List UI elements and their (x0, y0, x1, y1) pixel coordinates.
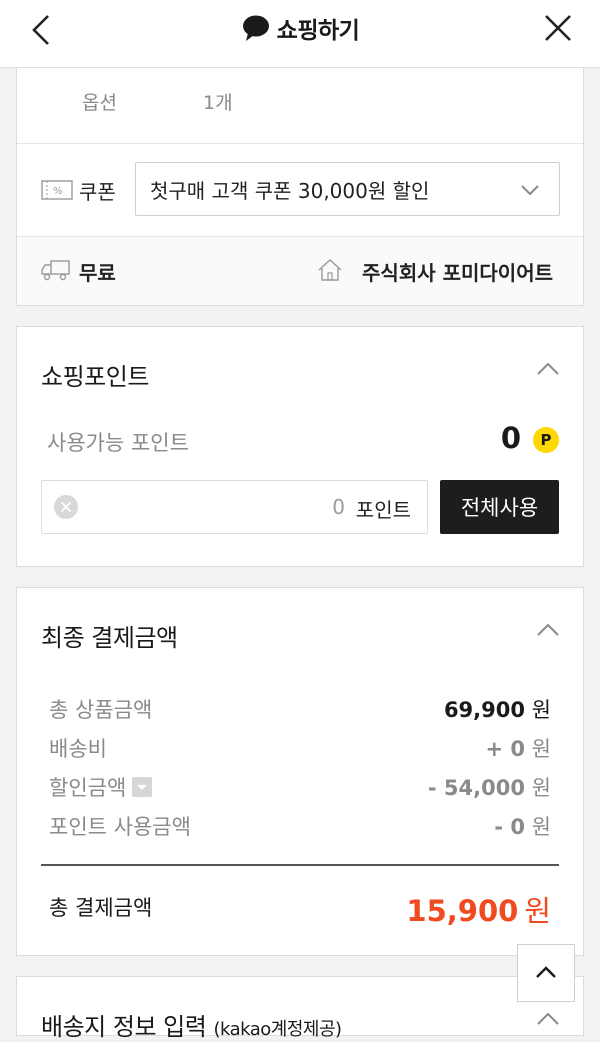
coupon-icon: % (41, 180, 73, 200)
payment-title: 최종 결제금액 (41, 624, 178, 652)
line-value-wrap: + 0 원 (485, 733, 551, 763)
delivery-title-sub: (kakao계정제공) (213, 1019, 342, 1040)
payment-line-subtotal: 총 상품금액 69,900 원 (49, 692, 551, 731)
points-input[interactable]: 0 포인트 (41, 480, 428, 534)
close-icon[interactable] (538, 10, 578, 50)
line-label: 배송비 (49, 737, 107, 761)
line-label: 포인트 사용금액 (49, 815, 191, 839)
title-wrap: 쇼핑하기 (0, 8, 600, 48)
delivery-title: 배송지 정보 입력 (41, 1013, 207, 1041)
chat-bubble-icon (242, 15, 269, 41)
final-amount-unit: 원 (524, 894, 551, 928)
divider (41, 864, 559, 866)
payment-card: 최종 결제금액 총 상품금액 69,900 원 배송비 + 0 원 할인금액 -… (16, 587, 584, 956)
coupon-select[interactable]: 첫구매 고객 쿠폰 30,000원 할인 (135, 162, 560, 216)
chevron-down-icon (521, 185, 539, 196)
shipping-fee: 무료 (79, 261, 116, 285)
dropdown-mini-icon[interactable] (132, 777, 153, 797)
line-unit: 원 (531, 815, 551, 839)
line-value-wrap: 69,900 원 (444, 694, 551, 724)
final-amount-label: 총 결제금액 (49, 896, 153, 920)
final-amount: 15,900 원 (406, 888, 551, 930)
shipping-row: 무료 주식회사 포미다이어트 (17, 237, 583, 305)
coupon-label: 쿠폰 (79, 180, 116, 204)
payment-line-points: 포인트 사용금액 - 0 원 (49, 809, 551, 848)
line-value: + 0 (485, 737, 525, 761)
delivery-card: 배송지 정보 입력 (kakao계정제공) (16, 976, 584, 1041)
line-label: 할인금액 (49, 776, 127, 800)
coupon-row: % 쿠폰 첫구매 고객 쿠폰 30,000원 할인 (17, 144, 583, 237)
line-value: 69,900 (443, 698, 525, 722)
option-key: 옵션 (82, 92, 117, 114)
top-bar: 쇼핑하기 (0, 0, 600, 68)
truck-icon (41, 260, 70, 281)
available-points-value: 0 (500, 421, 521, 455)
order-card: 옵션 1개 % 쿠폰 첫구매 고객 쿠폰 30,000원 할인 무료 주식회사 … (16, 68, 584, 306)
option-row: 옵션 1개 (17, 68, 583, 144)
points-input-unit: 포인트 (355, 498, 411, 522)
line-unit: 원 (531, 737, 551, 761)
clear-icon[interactable] (54, 495, 78, 519)
coupon-selected-text: 첫구매 고객 쿠폰 30,000원 할인 (150, 178, 430, 203)
available-points-label: 사용가능 포인트 (47, 431, 189, 455)
page-title: 쇼핑하기 (276, 18, 360, 44)
payment-line-shipping: 배송비 + 0 원 (49, 731, 551, 770)
use-all-points-button[interactable]: 전체사용 (440, 480, 559, 534)
line-label: 총 상품금액 (49, 698, 153, 722)
svg-text:%: % (53, 186, 63, 197)
line-value: - 54,000 (427, 776, 525, 800)
scroll-top-button[interactable] (517, 944, 575, 1002)
line-unit: 원 (531, 776, 551, 800)
points-title: 쇼핑포인트 (41, 363, 149, 391)
points-input-value: 0 (332, 495, 345, 519)
points-card: 쇼핑포인트 사용가능 포인트 0 P 0 포인트 전체사용 (16, 326, 584, 567)
chevron-up-icon[interactable] (535, 357, 561, 383)
line-unit: 원 (531, 698, 551, 722)
line-value-wrap: - 54,000 원 (428, 772, 551, 802)
payment-lines: 총 상품금액 69,900 원 배송비 + 0 원 할인금액 - 54,000 … (49, 692, 551, 848)
scroll-top-icon (536, 966, 556, 978)
line-value-wrap: - 0 원 (494, 811, 551, 841)
chevron-up-icon[interactable] (535, 618, 561, 644)
payment-line-discount: 할인금액 - 54,000 원 (49, 770, 551, 809)
final-amount-value: 15,900 (406, 894, 519, 928)
line-value: - 0 (494, 815, 525, 839)
point-badge-icon: P (533, 427, 559, 453)
delivery-title-wrap: 배송지 정보 입력 (kakao계정제공) (41, 1007, 342, 1042)
home-icon (318, 259, 342, 281)
seller-name: 주식회사 포미다이어트 (362, 261, 553, 285)
line-label-wrap: 할인금액 (49, 772, 153, 802)
option-value: 1개 (203, 92, 233, 114)
chevron-up-icon[interactable] (535, 1007, 561, 1033)
